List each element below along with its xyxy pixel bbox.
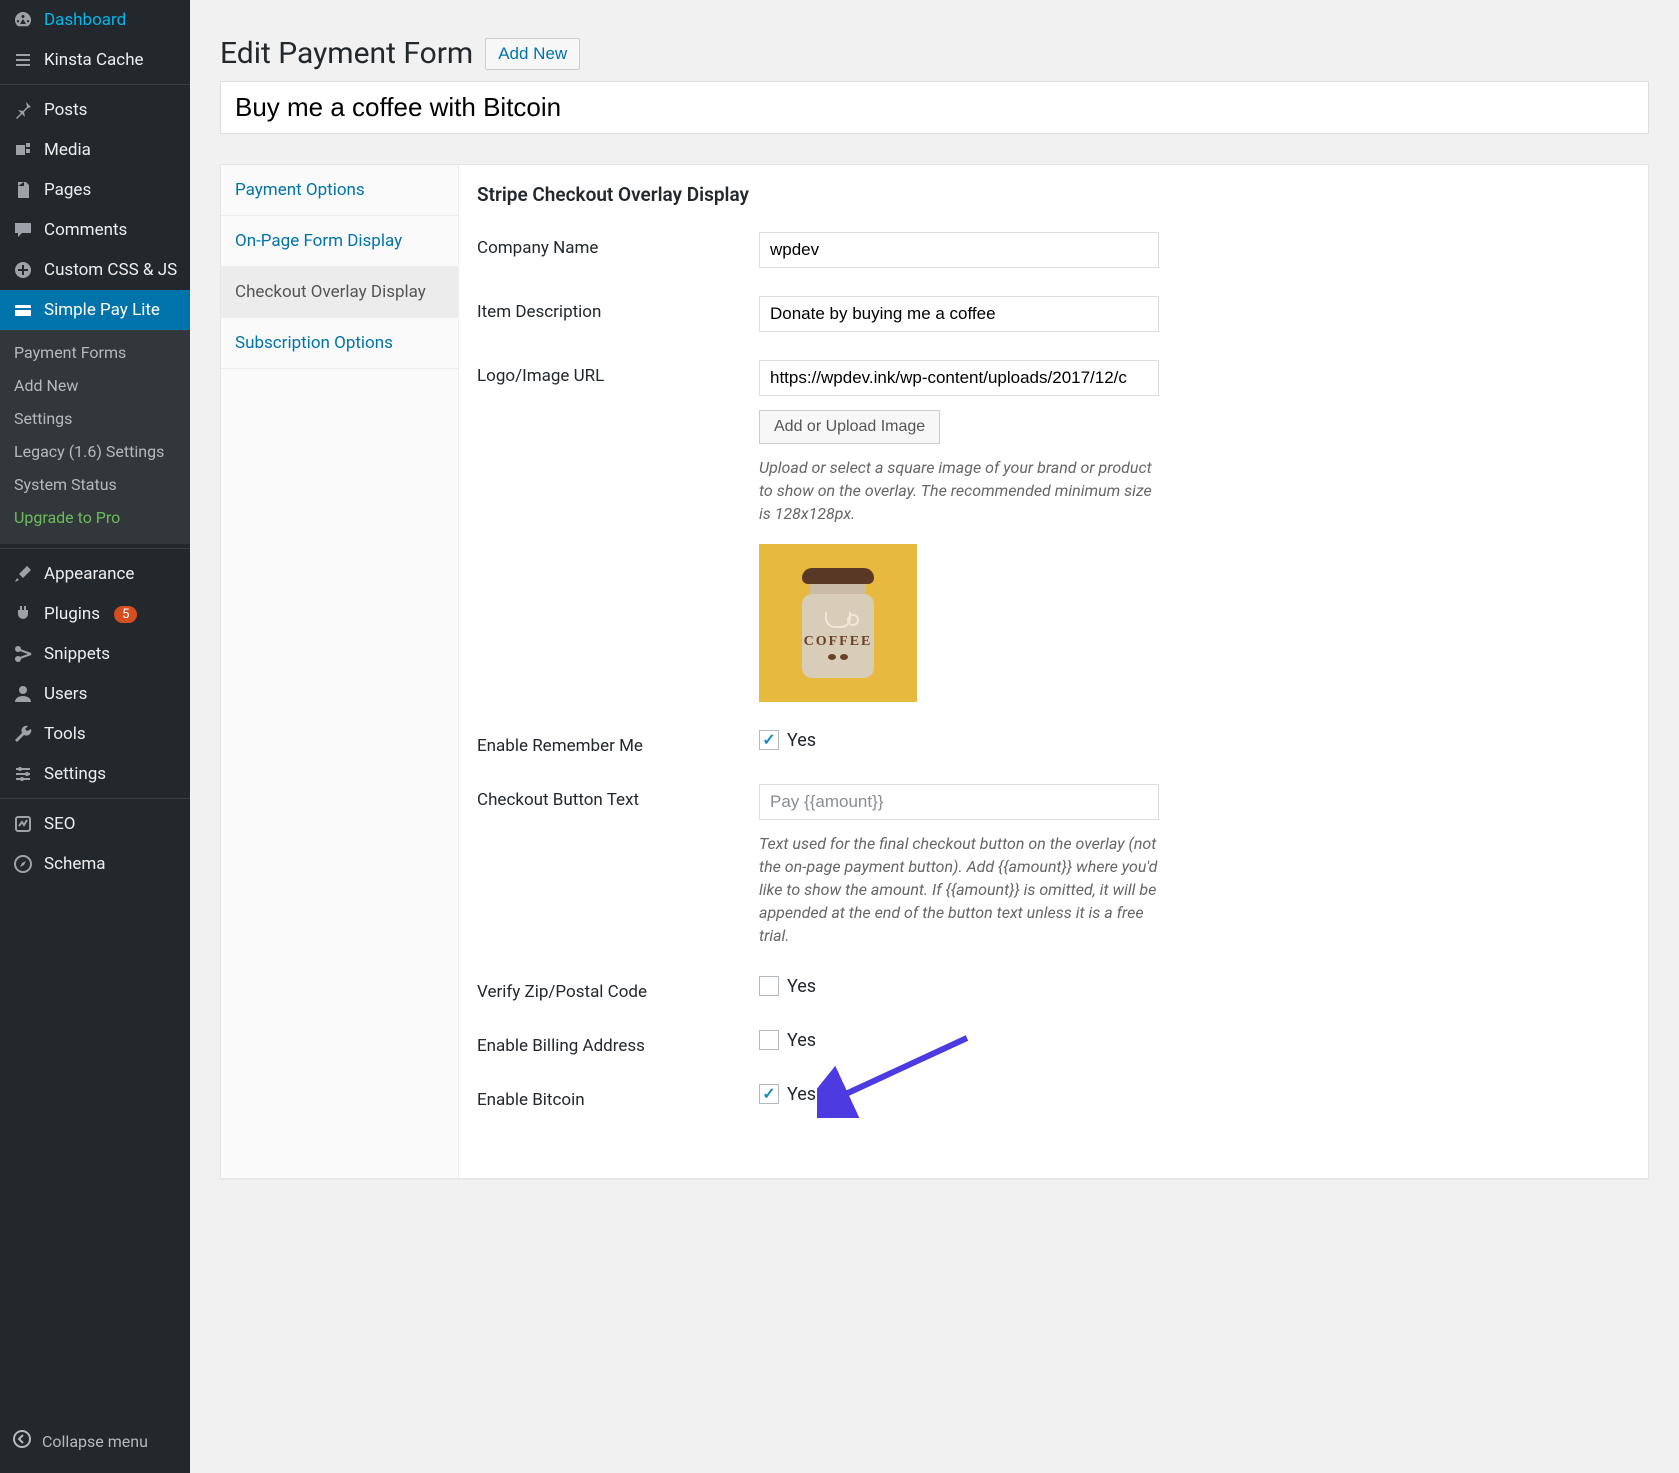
tab-checkout-overlay[interactable]: Checkout Overlay Display [221, 267, 458, 318]
sidebar-label: Posts [44, 100, 87, 120]
plus-circle-icon [12, 259, 34, 281]
seo-icon [12, 813, 34, 835]
sliders-icon [12, 763, 34, 785]
compass-icon [12, 853, 34, 875]
plug-icon [12, 603, 34, 625]
billing-address-label: Enable Billing Address [477, 1030, 759, 1056]
media-icon [12, 139, 34, 161]
enable-bitcoin-checkbox[interactable] [759, 1084, 779, 1104]
sidebar-label: Comments [44, 220, 127, 240]
scissors-icon [12, 643, 34, 665]
logo-url-input[interactable] [759, 360, 1159, 396]
sidebar-label: Settings [44, 764, 106, 784]
checkout-button-description: Text used for the final checkout button … [759, 832, 1159, 948]
submenu-item-legacy[interactable]: Legacy (1.6) Settings [0, 435, 190, 468]
item-description-input[interactable] [759, 296, 1159, 332]
sidebar-item-comments[interactable]: Comments [0, 210, 190, 250]
enable-bitcoin-yes: Yes [787, 1084, 816, 1105]
preview-text: COFFEE [802, 634, 874, 650]
page-title: Edit Payment Form [220, 36, 473, 71]
upload-image-button[interactable]: Add or Upload Image [759, 410, 940, 444]
submenu-item-settings[interactable]: Settings [0, 402, 190, 435]
sidebar-label: Schema [44, 854, 106, 874]
collapse-label: Collapse menu [42, 1432, 148, 1451]
sidebar-item-kinsta[interactable]: Kinsta Cache [0, 40, 190, 80]
verify-zip-yes: Yes [787, 976, 816, 997]
billing-address-yes: Yes [787, 1030, 816, 1051]
company-name-input[interactable] [759, 232, 1159, 268]
submenu-item-status[interactable]: System Status [0, 468, 190, 501]
sidebar-label: Plugins [44, 604, 100, 624]
sidebar-label: Simple Pay Lite [44, 300, 160, 320]
sidebar-item-schema[interactable]: Schema [0, 844, 190, 884]
checkout-button-label: Checkout Button Text [477, 784, 759, 810]
sidebar-label: Kinsta Cache [44, 50, 144, 70]
gauge-icon [12, 9, 34, 31]
remember-me-label: Enable Remember Me [477, 730, 759, 756]
wrench-icon [12, 723, 34, 745]
sidebar-label: Snippets [44, 644, 110, 664]
upload-description: Upload or select a square image of your … [759, 456, 1159, 526]
submenu-simplepay: Payment Forms Add New Settings Legacy (1… [0, 330, 190, 544]
brush-icon [12, 563, 34, 585]
submenu-item-addnew[interactable]: Add New [0, 369, 190, 402]
verify-zip-label: Verify Zip/Postal Code [477, 976, 759, 1002]
sidebar-item-users[interactable]: Users [0, 674, 190, 714]
sidebar-label: SEO [44, 814, 75, 834]
sidebar-label: Dashboard [44, 10, 126, 30]
enable-bitcoin-label: Enable Bitcoin [477, 1084, 759, 1110]
logo-url-label: Logo/Image URL [477, 360, 759, 386]
sidebar-label: Tools [44, 724, 86, 744]
user-icon [12, 683, 34, 705]
verify-zip-checkbox[interactable] [759, 976, 779, 996]
remember-me-checkbox[interactable] [759, 730, 779, 750]
collapse-icon [12, 1429, 32, 1453]
plugins-count-badge: 5 [114, 606, 137, 623]
add-new-button[interactable]: Add New [485, 38, 580, 70]
admin-sidebar: Dashboard Kinsta Cache Posts Media Pages… [0, 0, 190, 1473]
sidebar-label: Pages [44, 180, 91, 200]
tab-onpage-form[interactable]: On-Page Form Display [221, 216, 458, 267]
tab-payment-options[interactable]: Payment Options [221, 165, 458, 216]
card-icon [12, 299, 34, 321]
coffee-jar-icon: COFFEE [802, 568, 874, 678]
sidebar-item-posts[interactable]: Posts [0, 90, 190, 130]
submenu-item-forms[interactable]: Payment Forms [0, 336, 190, 369]
sidebar-item-tools[interactable]: Tools [0, 714, 190, 754]
sidebar-label: Appearance [44, 564, 134, 584]
sidebar-item-snippets[interactable]: Snippets [0, 634, 190, 674]
company-name-label: Company Name [477, 232, 759, 258]
sidebar-item-media[interactable]: Media [0, 130, 190, 170]
sidebar-item-dashboard[interactable]: Dashboard [0, 0, 190, 40]
sidebar-item-plugins[interactable]: Plugins 5 [0, 594, 190, 634]
sidebar-item-css[interactable]: Custom CSS & JS [0, 250, 190, 290]
checkout-button-input[interactable] [759, 784, 1159, 820]
settings-panel: Stripe Checkout Overlay Display Company … [459, 165, 1648, 1178]
main-content: Edit Payment Form Add New Payment Option… [190, 0, 1679, 1473]
settings-tabs: Payment Options On-Page Form Display Che… [221, 165, 459, 1178]
item-description-label: Item Description [477, 296, 759, 322]
sidebar-item-pages[interactable]: Pages [0, 170, 190, 210]
submenu-item-upgrade[interactable]: Upgrade to Pro [0, 501, 190, 534]
sidebar-item-simplepay[interactable]: Simple Pay Lite [0, 290, 190, 330]
sidebar-label: Media [44, 140, 91, 160]
form-title-input[interactable] [220, 81, 1649, 134]
comment-icon [12, 219, 34, 241]
sidebar-label: Users [44, 684, 87, 704]
list-icon [12, 49, 34, 71]
tab-subscription[interactable]: Subscription Options [221, 318, 458, 369]
remember-me-yes: Yes [787, 730, 816, 751]
billing-address-checkbox[interactable] [759, 1030, 779, 1050]
sidebar-label: Custom CSS & JS [44, 260, 177, 280]
panel-title: Stripe Checkout Overlay Display [477, 183, 1630, 206]
page-icon [12, 179, 34, 201]
sidebar-item-settings[interactable]: Settings [0, 754, 190, 794]
logo-preview: COFFEE [759, 544, 917, 702]
sidebar-item-appearance[interactable]: Appearance [0, 554, 190, 594]
sidebar-item-seo[interactable]: SEO [0, 804, 190, 844]
pin-icon [12, 99, 34, 121]
collapse-menu[interactable]: Collapse menu [0, 1419, 190, 1473]
